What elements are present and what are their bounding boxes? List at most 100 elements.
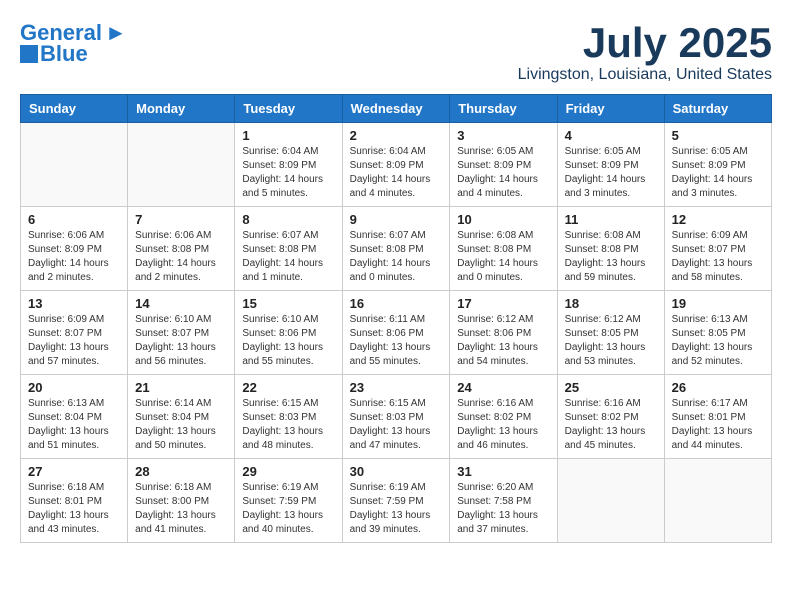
table-row bbox=[557, 459, 664, 543]
table-row: 21 Sunrise: 6:14 AM Sunset: 8:04 PM Dayli… bbox=[128, 375, 235, 459]
day-info: Sunrise: 6:04 AM Sunset: 8:09 PM Dayligh… bbox=[242, 145, 334, 201]
table-row: 14 Sunrise: 6:10 AM Sunset: 8:07 PM Dayli… bbox=[128, 291, 235, 375]
table-row: 26Sunrise: 6:17 AM Sunset: 8:01 PM Dayli… bbox=[664, 375, 771, 459]
calendar-week-row: 27 Sunrise: 6:18 AM Sunset: 8:01 PM Dayli… bbox=[21, 459, 772, 543]
day-number: 14 bbox=[135, 296, 227, 311]
table-row: 12 Sunrise: 6:09 AM Sunset: 8:07 PM Dayli… bbox=[664, 207, 771, 291]
table-row bbox=[128, 123, 235, 207]
day-info: Sunrise: 6:12 AM Sunset: 8:05 PM Dayligh… bbox=[565, 313, 657, 369]
day-number: 21 bbox=[135, 380, 227, 395]
table-row bbox=[21, 123, 128, 207]
day-info: Sunrise: 6:10 AM Sunset: 8:07 PM Dayligh… bbox=[135, 313, 227, 369]
table-row: 1 Sunrise: 6:04 AM Sunset: 8:09 PM Daylig… bbox=[235, 123, 342, 207]
day-number: 8 bbox=[242, 212, 334, 227]
day-info: Sunrise: 6:16 AM Sunset: 8:02 PM Dayligh… bbox=[565, 397, 657, 453]
table-row: 17 Sunrise: 6:12 AM Sunset: 8:06 PM Dayli… bbox=[450, 291, 557, 375]
day-number: 15 bbox=[242, 296, 334, 311]
day-info: Sunrise: 6:11 AM Sunset: 8:06 PM Dayligh… bbox=[350, 313, 443, 369]
day-info: Sunrise: 6:19 AM Sunset: 7:59 PM Dayligh… bbox=[350, 481, 443, 537]
table-row: 9 Sunrise: 6:07 AM Sunset: 8:08 PM Daylig… bbox=[342, 207, 450, 291]
day-number: 20 bbox=[28, 380, 120, 395]
day-number: 29 bbox=[242, 464, 334, 479]
col-thursday: Thursday bbox=[450, 95, 557, 123]
table-row: 15 Sunrise: 6:10 AM Sunset: 8:06 PM Dayli… bbox=[235, 291, 342, 375]
day-info: Sunrise: 6:14 AM Sunset: 8:04 PM Dayligh… bbox=[135, 397, 227, 453]
day-info: Sunrise: 6:07 AM Sunset: 8:08 PM Dayligh… bbox=[350, 229, 443, 285]
logo-arrow-icon: ► bbox=[105, 20, 127, 46]
calendar-week-row: 13 Sunrise: 6:09 AM Sunset: 8:07 PM Dayli… bbox=[21, 291, 772, 375]
table-row: 16 Sunrise: 6:11 AM Sunset: 8:06 PM Dayli… bbox=[342, 291, 450, 375]
day-number: 24 bbox=[457, 380, 549, 395]
table-row: 3Sunrise: 6:05 AM Sunset: 8:09 PM Daylig… bbox=[450, 123, 557, 207]
day-number: 9 bbox=[350, 212, 443, 227]
day-number: 27 bbox=[28, 464, 120, 479]
table-row: 19 Sunrise: 6:13 AM Sunset: 8:05 PM Dayli… bbox=[664, 291, 771, 375]
table-row bbox=[664, 459, 771, 543]
table-row: 28 Sunrise: 6:18 AM Sunset: 8:00 PM Dayli… bbox=[128, 459, 235, 543]
day-number: 31 bbox=[457, 464, 549, 479]
table-row: 4Sunrise: 6:05 AM Sunset: 8:09 PM Daylig… bbox=[557, 123, 664, 207]
day-number: 12 bbox=[672, 212, 764, 227]
day-number: 5 bbox=[672, 128, 764, 143]
day-number: 11 bbox=[565, 212, 657, 227]
table-row: 27 Sunrise: 6:18 AM Sunset: 8:01 PM Dayli… bbox=[21, 459, 128, 543]
day-number: 30 bbox=[350, 464, 443, 479]
col-tuesday: Tuesday bbox=[235, 95, 342, 123]
table-row: 8Sunrise: 6:07 AM Sunset: 8:08 PM Daylig… bbox=[235, 207, 342, 291]
table-row: 2Sunrise: 6:04 AM Sunset: 8:09 PM Daylig… bbox=[342, 123, 450, 207]
day-info: Sunrise: 6:06 AM Sunset: 8:08 PM Dayligh… bbox=[135, 229, 227, 285]
calendar-header-row: Sunday Monday Tuesday Wednesday Thursday… bbox=[21, 95, 772, 123]
table-row: 10 Sunrise: 6:08 AM Sunset: 8:08 PM Dayli… bbox=[450, 207, 557, 291]
day-info: Sunrise: 6:09 AM Sunset: 8:07 PM Dayligh… bbox=[672, 229, 764, 285]
table-row: 31Sunrise: 6:20 AM Sunset: 7:58 PM Dayli… bbox=[450, 459, 557, 543]
day-number: 17 bbox=[457, 296, 549, 311]
location: Livingston, Louisiana, United States bbox=[518, 66, 772, 84]
table-row: 25Sunrise: 6:16 AM Sunset: 8:02 PM Dayli… bbox=[557, 375, 664, 459]
day-info: Sunrise: 6:12 AM Sunset: 8:06 PM Dayligh… bbox=[457, 313, 549, 369]
calendar-week-row: 1 Sunrise: 6:04 AM Sunset: 8:09 PM Daylig… bbox=[21, 123, 772, 207]
title-block: July 2025 Livingston, Louisiana, United … bbox=[518, 20, 772, 84]
day-number: 19 bbox=[672, 296, 764, 311]
day-info: Sunrise: 6:18 AM Sunset: 8:00 PM Dayligh… bbox=[135, 481, 227, 537]
day-number: 23 bbox=[350, 380, 443, 395]
day-info: Sunrise: 6:05 AM Sunset: 8:09 PM Dayligh… bbox=[672, 145, 764, 201]
day-number: 13 bbox=[28, 296, 120, 311]
day-number: 4 bbox=[565, 128, 657, 143]
table-row: 23 Sunrise: 6:15 AM Sunset: 8:03 PM Dayli… bbox=[342, 375, 450, 459]
table-row: 11Sunrise: 6:08 AM Sunset: 8:08 PM Dayli… bbox=[557, 207, 664, 291]
col-friday: Friday bbox=[557, 95, 664, 123]
day-info: Sunrise: 6:13 AM Sunset: 8:04 PM Dayligh… bbox=[28, 397, 120, 453]
month-title: July 2025 bbox=[518, 20, 772, 66]
day-info: Sunrise: 6:10 AM Sunset: 8:06 PM Dayligh… bbox=[242, 313, 334, 369]
table-row: 13 Sunrise: 6:09 AM Sunset: 8:07 PM Dayli… bbox=[21, 291, 128, 375]
day-info: Sunrise: 6:06 AM Sunset: 8:09 PM Dayligh… bbox=[28, 229, 120, 285]
table-row: 20 Sunrise: 6:13 AM Sunset: 8:04 PM Dayli… bbox=[21, 375, 128, 459]
day-info: Sunrise: 6:17 AM Sunset: 8:01 PM Dayligh… bbox=[672, 397, 764, 453]
day-info: Sunrise: 6:15 AM Sunset: 8:03 PM Dayligh… bbox=[350, 397, 443, 453]
day-info: Sunrise: 6:15 AM Sunset: 8:03 PM Dayligh… bbox=[242, 397, 334, 453]
day-info: Sunrise: 6:04 AM Sunset: 8:09 PM Dayligh… bbox=[350, 145, 443, 201]
col-sunday: Sunday bbox=[21, 95, 128, 123]
day-number: 16 bbox=[350, 296, 443, 311]
table-row: 22Sunrise: 6:15 AM Sunset: 8:03 PM Dayli… bbox=[235, 375, 342, 459]
calendar-week-row: 6Sunrise: 6:06 AM Sunset: 8:09 PM Daylig… bbox=[21, 207, 772, 291]
day-number: 10 bbox=[457, 212, 549, 227]
logo-blue-text: Blue bbox=[40, 42, 88, 66]
day-number: 18 bbox=[565, 296, 657, 311]
table-row: 29 Sunrise: 6:19 AM Sunset: 7:59 PM Dayli… bbox=[235, 459, 342, 543]
logo: General ► Blue bbox=[20, 20, 127, 66]
day-info: Sunrise: 6:16 AM Sunset: 8:02 PM Dayligh… bbox=[457, 397, 549, 453]
day-info: Sunrise: 6:13 AM Sunset: 8:05 PM Dayligh… bbox=[672, 313, 764, 369]
calendar-week-row: 20 Sunrise: 6:13 AM Sunset: 8:04 PM Dayli… bbox=[21, 375, 772, 459]
day-number: 28 bbox=[135, 464, 227, 479]
day-info: Sunrise: 6:09 AM Sunset: 8:07 PM Dayligh… bbox=[28, 313, 120, 369]
day-info: Sunrise: 6:08 AM Sunset: 8:08 PM Dayligh… bbox=[457, 229, 549, 285]
day-info: Sunrise: 6:19 AM Sunset: 7:59 PM Dayligh… bbox=[242, 481, 334, 537]
day-info: Sunrise: 6:05 AM Sunset: 8:09 PM Dayligh… bbox=[457, 145, 549, 201]
day-info: Sunrise: 6:18 AM Sunset: 8:01 PM Dayligh… bbox=[28, 481, 120, 537]
table-row: 30 Sunrise: 6:19 AM Sunset: 7:59 PM Dayli… bbox=[342, 459, 450, 543]
col-saturday: Saturday bbox=[664, 95, 771, 123]
day-number: 1 bbox=[242, 128, 334, 143]
col-wednesday: Wednesday bbox=[342, 95, 450, 123]
table-row: 7Sunrise: 6:06 AM Sunset: 8:08 PM Daylig… bbox=[128, 207, 235, 291]
